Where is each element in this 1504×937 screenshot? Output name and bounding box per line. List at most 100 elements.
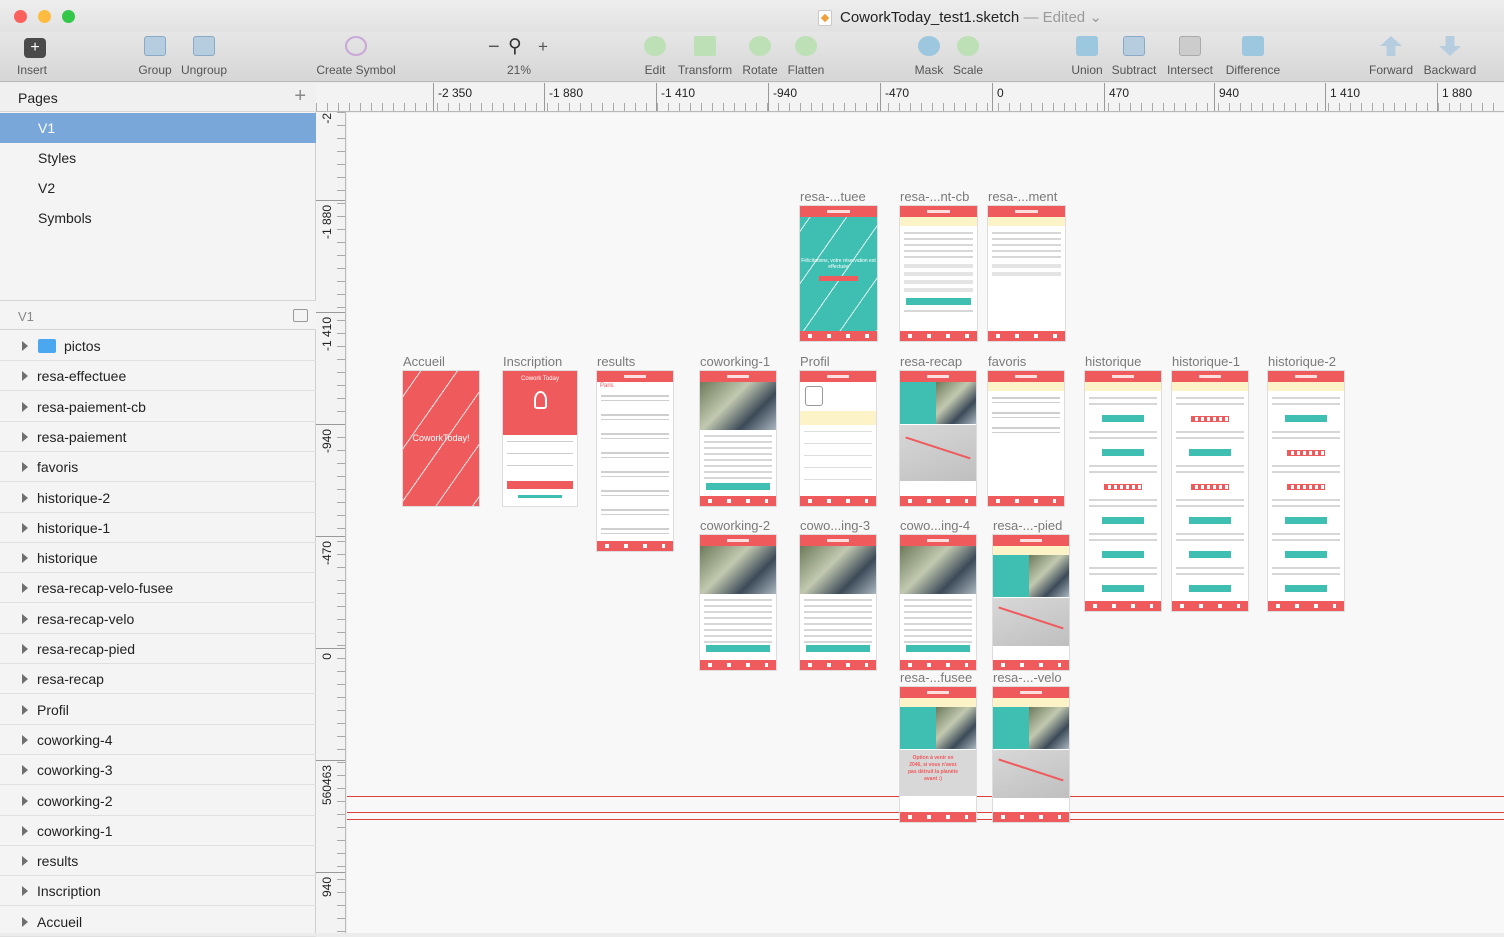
artboard-coworking-4[interactable]: cowo...ing-4 [900, 518, 976, 670]
sub-header [1268, 382, 1344, 391]
disclosure-triangle-icon[interactable] [22, 341, 28, 351]
disclosure-triangle-icon[interactable] [22, 825, 28, 836]
ungroup-button[interactable]: Ungroup [178, 32, 230, 82]
group-icon [144, 36, 166, 56]
artboard-historique[interactable]: historique [1085, 354, 1161, 611]
layer-item[interactable]: Profil [0, 695, 316, 725]
disclosure-triangle-icon[interactable] [22, 795, 28, 806]
disclosure-triangle-icon[interactable] [22, 765, 28, 776]
forward-button[interactable]: Forward [1366, 32, 1416, 82]
layer-item[interactable]: resa-recap [0, 664, 316, 695]
layer-item[interactable]: Accueil [0, 907, 316, 937]
artboard-historique-2[interactable]: historique-2 [1268, 354, 1344, 611]
zoom-window-button[interactable] [62, 10, 75, 23]
history-entry [1088, 397, 1158, 409]
artboard-resa-recap-velo[interactable]: resa-...-velo [993, 670, 1069, 822]
disclosure-triangle-icon[interactable] [22, 492, 28, 503]
zoom-in-button[interactable]: + [538, 37, 548, 57]
window-title[interactable]: CoworkToday_test1.sketch — Edited ⌄ [840, 8, 1102, 26]
flatten-button[interactable]: Flatten [784, 32, 828, 82]
artboard-resa-recap-velo-fusee[interactable]: resa-...fusee Option à venir en 2046, si… [900, 670, 976, 822]
artboard-results[interactable]: results Paris [597, 354, 673, 551]
disclosure-triangle-icon[interactable] [22, 583, 28, 594]
zoom-out-button[interactable]: − [488, 36, 500, 59]
layer-item[interactable]: resa-recap-velo [0, 604, 316, 634]
layer-item[interactable]: historique [0, 543, 316, 574]
intersect-button[interactable]: Intersect [1162, 32, 1218, 82]
layer-item[interactable]: favoris [0, 452, 316, 483]
difference-button[interactable]: Difference [1222, 32, 1284, 82]
group-button[interactable]: Group [135, 32, 175, 82]
scale-button[interactable]: Scale [950, 32, 986, 82]
disclosure-triangle-icon[interactable] [22, 522, 28, 533]
ruler-label: -2 350 [433, 83, 472, 111]
layer-item[interactable]: coworking-4 [0, 725, 316, 755]
layer-item[interactable]: results [0, 846, 316, 877]
disclosure-triangle-icon[interactable] [22, 856, 28, 867]
minimize-window-button[interactable] [38, 10, 51, 23]
artboard-label: coworking-1 [700, 354, 771, 369]
layer-item[interactable]: resa-recap-velo-fusee [0, 573, 316, 604]
artboard-coworking-1[interactable]: coworking-1 [700, 354, 776, 506]
layer-item[interactable]: pictos [0, 331, 316, 361]
disclosure-triangle-icon[interactable] [22, 371, 28, 382]
page-item-v1[interactable]: V1 [0, 113, 316, 143]
disclosure-triangle-icon[interactable] [22, 644, 28, 654]
artboard-coworking-3[interactable]: cowo...ing-3 [800, 518, 876, 670]
horizontal-ruler[interactable]: -2 350 -1 880 -1 410 -940 -470 0 470 940… [316, 83, 1504, 112]
mask-button[interactable]: Mask [910, 32, 948, 82]
page-item-v2[interactable]: V2 [0, 173, 316, 203]
page-item-symbols[interactable]: Symbols [0, 203, 316, 233]
canvas[interactable]: resa-...tuee Félicitations, votre réserv… [347, 113, 1504, 933]
layer-item[interactable]: resa-effectuee [0, 361, 316, 392]
transform-button[interactable]: Transform [676, 32, 734, 82]
layer-item[interactable]: coworking-2 [0, 786, 316, 816]
disclosure-triangle-icon[interactable] [22, 462, 28, 473]
artboard-resa-recap-pied[interactable]: resa-...-pied [993, 518, 1069, 670]
disclosure-triangle-icon[interactable] [22, 734, 28, 745]
artboard-resa-effectuee[interactable]: resa-...tuee Félicitations, votre réserv… [800, 189, 877, 341]
close-window-button[interactable] [14, 10, 27, 23]
artboard-resa-paiement[interactable]: resa-...ment [988, 189, 1065, 341]
layer-item[interactable]: resa-recap-pied [0, 634, 316, 664]
rotate-button[interactable]: Rotate [740, 32, 780, 82]
disclosure-triangle-icon[interactable] [22, 431, 28, 442]
review-button [1284, 551, 1328, 558]
artboard-historique-1[interactable]: historique-1 [1172, 354, 1248, 611]
artboard-coworking-2[interactable]: coworking-2 [700, 518, 776, 670]
disclosure-triangle-icon[interactable] [22, 401, 28, 412]
subtract-button[interactable]: Subtract [1110, 32, 1158, 82]
layer-item[interactable]: historique-1 [0, 513, 316, 543]
page-item-styles[interactable]: Styles [0, 143, 316, 173]
disclosure-triangle-icon[interactable] [22, 916, 28, 927]
create-symbol-button[interactable]: Create Symbol [312, 32, 400, 82]
artboard-profil[interactable]: Profil [800, 354, 876, 506]
disclosure-triangle-icon[interactable] [22, 674, 28, 685]
layer-item[interactable]: Inscription [0, 876, 316, 907]
rating-stars [1287, 484, 1325, 490]
layer-item[interactable]: coworking-1 [0, 816, 316, 846]
layer-item[interactable]: coworking-3 [0, 755, 316, 786]
edit-button[interactable]: Edit [638, 32, 672, 82]
artboard-favoris[interactable]: favoris [988, 354, 1064, 506]
zoom-control[interactable]: − ⚲ + 21% [484, 32, 554, 82]
disclosure-triangle-icon[interactable] [22, 553, 28, 564]
disclosure-triangle-icon[interactable] [22, 886, 28, 897]
artboard-inscription[interactable]: Inscription Cowork Today [503, 354, 577, 506]
collapse-layers-icon[interactable] [293, 309, 308, 322]
insert-button[interactable]: + Insert [6, 32, 56, 82]
vertical-ruler[interactable]: -2 -1 880 -1 410 -940 -470 0 560463 940 [316, 112, 346, 933]
artboard-accueil[interactable]: Accueil CoworkToday! [403, 354, 479, 506]
backward-button[interactable]: Backward [1420, 32, 1480, 82]
review-button [1101, 551, 1145, 558]
layer-item[interactable]: resa-paiement-cb [0, 392, 316, 422]
union-button[interactable]: Union [1068, 32, 1106, 82]
tab-bar [1172, 601, 1248, 611]
disclosure-triangle-icon[interactable] [22, 704, 28, 715]
disclosure-triangle-icon[interactable] [22, 613, 28, 624]
layer-item[interactable]: historique-2 [0, 483, 316, 513]
layer-item[interactable]: resa-paiement [0, 422, 316, 452]
artboard-resa-recap[interactable]: resa-recap [900, 354, 976, 506]
add-page-button[interactable]: + [294, 85, 306, 108]
artboard-resa-paiement-cb[interactable]: resa-...nt-cb [900, 189, 977, 341]
